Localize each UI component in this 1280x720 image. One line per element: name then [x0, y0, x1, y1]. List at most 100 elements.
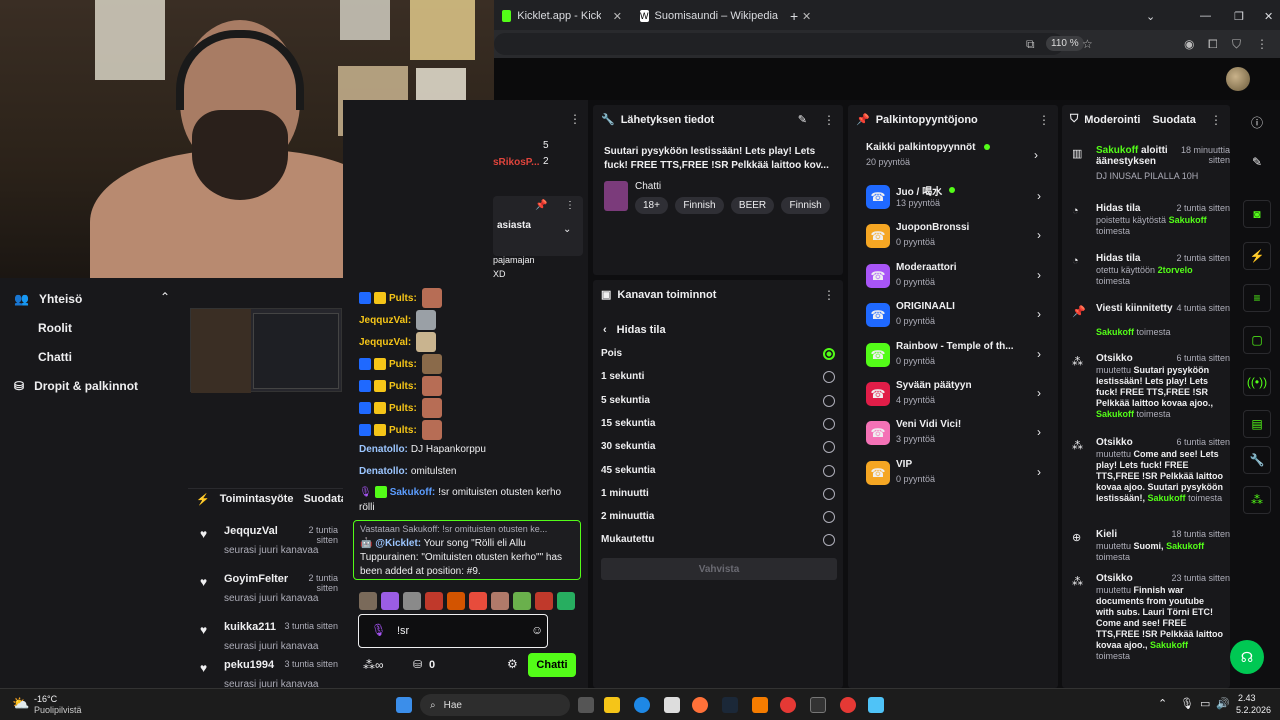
maximize-icon[interactable]: ❐	[1228, 4, 1250, 28]
all-rewards-item[interactable]: Kaikki palkintopyynnöt 20 pyyntöä ›	[866, 142, 1046, 172]
kebab-icon[interactable]: ⋮	[1038, 113, 1050, 127]
slow-mode-option-label[interactable]: Pois	[601, 348, 622, 359]
gift-icon[interactable]: ⛁	[413, 658, 422, 671]
layout-icon[interactable]: ▤	[1243, 410, 1271, 438]
chat-username[interactable]: JeqquzVal:	[359, 315, 411, 326]
radio-button[interactable]	[823, 534, 835, 547]
mod-user[interactable]: Sakukoff	[1166, 541, 1204, 551]
reward-item[interactable]: ☎ Veni Vidi Vici! 3 pyyntöä ›	[866, 419, 1041, 449]
opera-icon[interactable]	[780, 697, 796, 713]
clock-time[interactable]: 2.43	[1238, 693, 1256, 703]
info-icon[interactable]: ⓘ	[1243, 108, 1271, 136]
shield-icon[interactable]: ⛉	[1232, 37, 1241, 52]
follower-name[interactable]: GoyimFelter	[224, 573, 288, 585]
close-icon[interactable]: ✕	[613, 10, 622, 23]
chat-input[interactable]: 🎙 !sr ☺	[358, 614, 548, 648]
slow-mode-option-label[interactable]: 2 minuuttia	[601, 511, 654, 522]
minimize-icon[interactable]: —	[1194, 4, 1217, 28]
radio-button[interactable]	[823, 394, 835, 407]
emoji-icon[interactable]: ☺	[531, 623, 543, 637]
chevron-up-icon[interactable]: ⌃	[1158, 697, 1167, 710]
mod-user[interactable]: Sakukoff	[1169, 215, 1207, 225]
reward-item[interactable]: ☎ Syvään päätyyn 4 pyyntöä ›	[866, 380, 1041, 410]
users-icon[interactable]: ⁂	[1243, 486, 1271, 514]
slow-mode-option-label[interactable]: Mukautettu	[601, 534, 654, 545]
obs-icon[interactable]	[840, 697, 856, 713]
edge-icon[interactable]	[634, 697, 650, 713]
firefox-icon[interactable]	[692, 697, 708, 713]
chat-username[interactable]: Denatollo:	[359, 444, 408, 455]
radio-button[interactable]	[823, 348, 835, 360]
mod-user[interactable]: Sakukoff	[1096, 409, 1134, 419]
kebab-icon[interactable]: ⋮	[569, 112, 581, 126]
nav-chat[interactable]: Chatti	[38, 350, 72, 364]
url-field[interactable]	[494, 33, 1064, 55]
follower-name[interactable]: JeqquzVal	[224, 525, 278, 537]
emote[interactable]	[513, 592, 531, 610]
confirm-button[interactable]: Vahvista	[601, 558, 837, 580]
list-icon[interactable]: ≡	[1243, 284, 1271, 312]
slow-mode-option-label[interactable]: 1 minuutti	[601, 488, 649, 499]
taskbar-search[interactable]: ⌕ Hae	[420, 694, 570, 716]
terminal-icon[interactable]	[810, 697, 826, 713]
extensions-icon[interactable]: ⧠	[1208, 37, 1218, 52]
edit-icon[interactable]: ✎	[798, 113, 807, 126]
kebab-icon[interactable]: ⋮	[823, 288, 835, 302]
radio-button[interactable]	[823, 511, 835, 524]
tab-wikipedia[interactable]: W Suomisaundi – Wikipedia ✕	[634, 4, 811, 28]
pencil-icon[interactable]: ✎	[1243, 148, 1271, 176]
radio-button[interactable]	[823, 464, 835, 477]
volume-icon[interactable]: 🔊	[1216, 697, 1230, 710]
menu-icon[interactable]: ⋮	[1256, 37, 1268, 51]
points-icon[interactable]: ⁂∞	[363, 658, 384, 672]
category-thumbnail[interactable]	[604, 181, 628, 211]
category-name[interactable]: Chatti	[635, 181, 661, 192]
tab-kicklet[interactable]: Kicklet.app - Kick Chatbot and C ✕	[496, 4, 628, 28]
mic-icon[interactable]: 🎙	[1180, 697, 1194, 710]
slow-mode-option-label[interactable]: 15 sekuntia	[601, 418, 655, 429]
follower-name[interactable]: peku1994	[224, 659, 274, 671]
headset-icon[interactable]: ☊	[1230, 640, 1264, 674]
store-icon[interactable]	[664, 697, 680, 713]
reward-item[interactable]: ☎ VIP 0 pyyntöä ›	[866, 459, 1041, 489]
close-window-icon[interactable]: ✕	[1258, 4, 1279, 28]
file-explorer-icon[interactable]	[604, 697, 620, 713]
feed-filter-button[interactable]: Suodata	[303, 493, 346, 506]
mod-user[interactable]: Sakukoff	[1150, 640, 1188, 650]
chat-username[interactable]: Pults:	[389, 359, 417, 370]
reward-item[interactable]: ☎ JuoponBronssi 0 pyyntöä ›	[866, 222, 1041, 252]
tag[interactable]: 18+	[635, 197, 668, 214]
radio-button[interactable]	[823, 417, 835, 430]
chat-username[interactable]: Pults:	[389, 403, 417, 414]
broadcast-icon[interactable]: ((•))	[1243, 368, 1271, 396]
emote[interactable]	[425, 592, 443, 610]
chat-input-value[interactable]: !sr	[397, 625, 409, 637]
screenshot-icon[interactable]: ⧉	[1026, 37, 1035, 52]
slow-mode-option-label[interactable]: 1 sekunti	[601, 371, 644, 382]
reward-item[interactable]: ☎ Rainbow - Temple of th... 0 pyyntöä ›	[866, 341, 1041, 371]
radio-button[interactable]	[823, 487, 835, 500]
emote[interactable]	[557, 592, 575, 610]
windows-start-icon[interactable]	[396, 697, 412, 713]
chevron-up-icon[interactable]: ⌃	[160, 290, 170, 304]
star-icon[interactable]: ☆	[1082, 37, 1093, 51]
chat-username[interactable]: Denatollo:	[359, 466, 408, 477]
emote[interactable]	[491, 592, 509, 610]
bolt-icon[interactable]: ⚡	[1243, 242, 1271, 270]
chat-username[interactable]: Pults:	[389, 425, 417, 436]
kebab-icon[interactable]: ⋮	[1210, 113, 1222, 127]
notepad-icon[interactable]	[868, 697, 884, 713]
chat-username[interactable]: JeqquzVal:	[359, 337, 411, 348]
avatar[interactable]	[1226, 67, 1250, 91]
send-chat-button[interactable]: Chatti	[528, 653, 576, 677]
filter-button[interactable]: Suodata	[1152, 114, 1195, 126]
emote[interactable]	[447, 592, 465, 610]
profile-icon[interactable]: ◉	[1184, 37, 1194, 51]
nav-drops[interactable]: ⛁ Dropit & palkinnot	[14, 379, 138, 393]
gear-icon[interactable]: ⚙	[507, 657, 518, 671]
tag[interactable]: BEER	[730, 197, 775, 214]
emote[interactable]	[535, 592, 553, 610]
slow-mode-option-label[interactable]: 5 sekuntia	[601, 395, 650, 406]
chat-username[interactable]: Sakukoff:	[390, 487, 436, 498]
vlc-icon[interactable]	[752, 697, 768, 713]
